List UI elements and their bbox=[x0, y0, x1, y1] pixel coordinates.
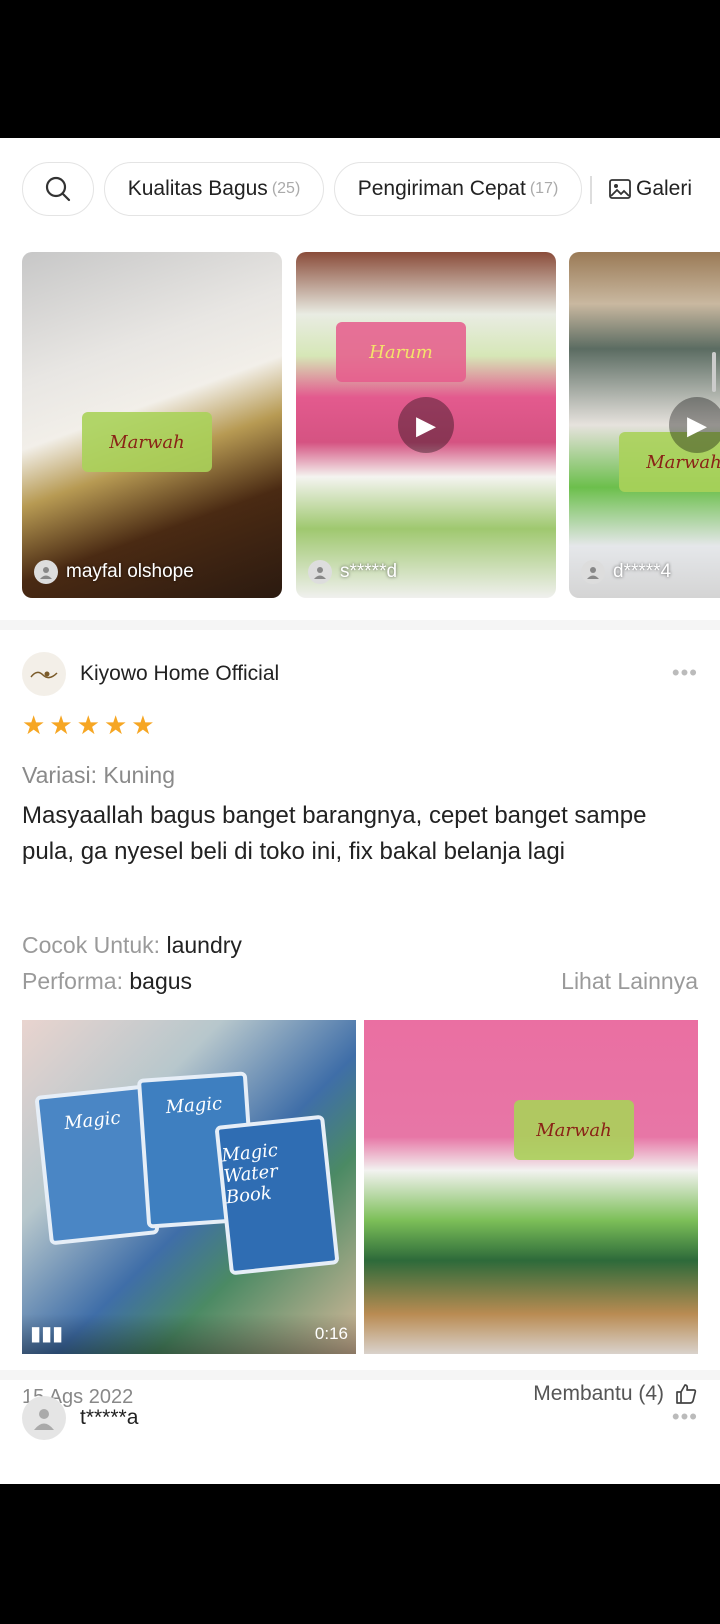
search-icon bbox=[45, 176, 71, 202]
navigation-bar-area bbox=[0, 1484, 720, 1624]
shop-logo-icon bbox=[30, 671, 58, 679]
video-duration: 0:16 bbox=[314, 1324, 348, 1343]
more-options-icon[interactable]: ••• bbox=[672, 1404, 698, 1430]
variation-text: Variasi: Kuning bbox=[22, 762, 175, 788]
user-icon bbox=[34, 1409, 54, 1430]
video-user: d*****4 bbox=[581, 560, 671, 584]
status-bar-area bbox=[0, 0, 720, 138]
product-image-label: Marwah bbox=[514, 1100, 634, 1160]
filter-chip-count: (17) bbox=[529, 180, 559, 197]
star-icon: ★ bbox=[76, 710, 100, 740]
book-image: Magic Water Book bbox=[214, 1114, 340, 1276]
avatar[interactable] bbox=[22, 652, 66, 696]
star-icon: ★ bbox=[22, 710, 46, 740]
divider bbox=[590, 176, 592, 204]
video-user-name: s*****d bbox=[340, 561, 398, 582]
reviewer-name: Kiyowo Home Official bbox=[80, 662, 280, 685]
video-controls: ▮▮▮ 0:16 bbox=[22, 1314, 356, 1354]
review-photo[interactable]: Marwah bbox=[364, 1020, 698, 1354]
attribute-cocok: Cocok Untuk: laundry bbox=[22, 932, 242, 959]
filter-chip-pengiriman[interactable]: Pengiriman Cepat (17) bbox=[334, 162, 582, 216]
star-rating: ★ ★ ★ ★ ★ bbox=[22, 712, 155, 738]
review-video[interactable]: Magic Magic Magic Water Book ▮▮▮ 0:16 bbox=[22, 1020, 356, 1354]
more-options-icon[interactable]: ••• bbox=[672, 660, 698, 686]
image-icon bbox=[609, 179, 631, 199]
section-divider bbox=[0, 620, 720, 630]
video-card[interactable]: Harum ▶ s*****d bbox=[296, 252, 556, 598]
video-card[interactable]: Marwah ▶ d*****4 bbox=[569, 252, 720, 598]
star-icon: ★ bbox=[49, 710, 73, 740]
attribute-value: bagus bbox=[129, 968, 193, 994]
user-icon bbox=[314, 567, 326, 579]
scrollbar bbox=[712, 352, 716, 392]
filter-chip-label: Pengiriman Cepat bbox=[357, 177, 526, 200]
section-divider bbox=[0, 1370, 720, 1380]
play-icon[interactable]: ▶ bbox=[398, 397, 454, 453]
avatar bbox=[308, 560, 332, 584]
filter-chip-kualitas[interactable]: Kualitas Bagus (25) bbox=[104, 162, 324, 216]
video-user: mayfal olshope bbox=[34, 560, 194, 584]
review-comment: Masyaallah bagus banget barangnya, cepet… bbox=[22, 802, 647, 865]
review-screen: Kualitas Bagus (25) Pengiriman Cepat (17… bbox=[0, 138, 720, 1484]
user-icon bbox=[587, 567, 599, 579]
see-more-link[interactable]: Lihat Lainnya bbox=[561, 968, 698, 995]
avatar bbox=[34, 560, 58, 584]
audio-bars-icon: ▮▮▮ bbox=[30, 1323, 64, 1345]
reviewer-name: t*****a bbox=[80, 1406, 139, 1429]
product-image-label: Harum bbox=[336, 322, 466, 382]
filter-chip-label: Kualitas Bagus bbox=[127, 177, 268, 200]
avatar bbox=[581, 560, 605, 584]
filter-chip-count: (25) bbox=[271, 180, 301, 197]
attribute-value: laundry bbox=[166, 932, 242, 958]
attribute-performa: Performa: bagus bbox=[22, 968, 192, 995]
attribute-label: Performa: bbox=[22, 968, 130, 994]
review-header: Kiyowo Home Official ••• bbox=[22, 652, 698, 696]
filter-row: Kualitas Bagus (25) Pengiriman Cepat (17… bbox=[0, 162, 720, 218]
attribute-label: Cocok Untuk: bbox=[22, 932, 167, 958]
video-carousel[interactable]: Marwah mayfal olshope Harum ▶ s*****d Ma… bbox=[0, 252, 720, 598]
user-icon bbox=[40, 567, 52, 579]
galeri-label: Galeri bbox=[636, 177, 693, 200]
galeri-button[interactable]: Galeri bbox=[608, 162, 692, 216]
video-user-name: mayfal olshope bbox=[66, 561, 194, 582]
star-icon: ★ bbox=[131, 710, 155, 740]
video-user: s*****d bbox=[308, 560, 397, 584]
video-user-name: d*****4 bbox=[613, 561, 672, 582]
play-icon[interactable]: ▶ bbox=[669, 397, 720, 453]
review-header: t*****a ••• bbox=[22, 1396, 698, 1440]
product-image-label: Marwah bbox=[82, 412, 212, 472]
star-icon: ★ bbox=[103, 710, 128, 740]
search-button[interactable] bbox=[22, 162, 94, 216]
video-card[interactable]: Marwah mayfal olshope bbox=[22, 252, 282, 598]
avatar[interactable] bbox=[22, 1396, 66, 1440]
